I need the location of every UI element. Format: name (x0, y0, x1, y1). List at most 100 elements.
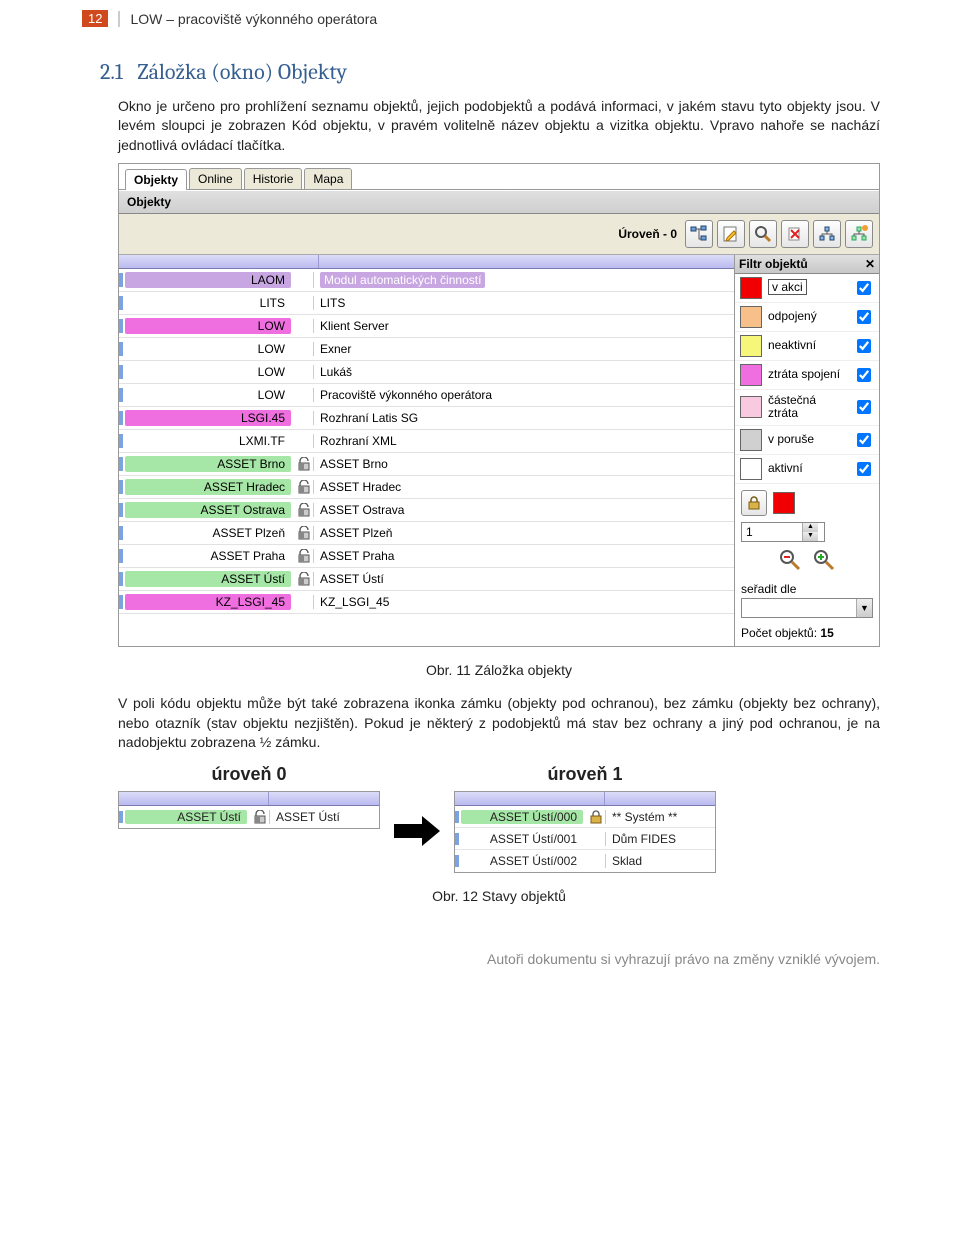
expand-button[interactable] (845, 220, 873, 248)
filter-item[interactable]: neaktivní (735, 332, 879, 361)
color-swatch (740, 429, 762, 451)
table-row[interactable]: ASSET Ústí/002Sklad (455, 850, 715, 872)
filter-checkbox[interactable] (857, 368, 871, 382)
color-swatch (740, 364, 762, 386)
code-cell: ASSET Ústí/001 (461, 832, 583, 846)
table-row[interactable]: ASSET OstravaASSET Ostrava (119, 499, 734, 522)
table-header (119, 255, 734, 269)
table-row[interactable]: LXMI.TFRozhraní XML (119, 430, 734, 453)
magnifier-icon (754, 225, 772, 243)
zoom-in-button[interactable] (812, 548, 836, 572)
table-row[interactable]: ASSET ÚstíASSET Ústí (119, 806, 379, 828)
code-cell: ASSET Hradec (125, 479, 291, 495)
object-table: LAOMModul automatických činnostíLITSLITS… (119, 255, 734, 646)
spinner-down-icon[interactable]: ▼ (802, 532, 818, 541)
spinner-input[interactable] (742, 523, 802, 541)
color-swatch (740, 458, 762, 480)
table-row[interactable]: LAOMModul automatických činností (119, 269, 734, 292)
code-cell: ASSET Ústí (125, 571, 291, 587)
table-row[interactable]: LOWExner (119, 338, 734, 361)
color-swatch (740, 306, 762, 328)
zoom-out-button[interactable] (778, 548, 802, 572)
filter-item[interactable]: částečná ztráta (735, 390, 879, 426)
filter-item[interactable]: aktivní (735, 455, 879, 484)
code-cell: LOW (125, 387, 291, 403)
figure-caption-2: Obr. 12 Stavy objektů (118, 887, 880, 906)
tab-objekty[interactable]: Objekty (125, 169, 187, 190)
collapse-button[interactable] (813, 220, 841, 248)
filter-label: neaktivní (768, 339, 847, 352)
zoom-in-icon (812, 548, 836, 572)
tab-online[interactable]: Online (189, 168, 242, 189)
count-value: 15 (820, 626, 833, 640)
arrow-right-icon (392, 814, 442, 848)
level-label: Úroveň - 0 (618, 227, 677, 241)
table-row[interactable]: ASSET HradecASSET Hradec (119, 476, 734, 499)
current-color-swatch[interactable] (773, 492, 795, 514)
paragraph-2: V poli kódu objektu může být také zobraz… (118, 694, 880, 752)
lock-cell (295, 572, 313, 586)
table-row[interactable]: LSGI.45Rozhraní Latis SG (119, 407, 734, 430)
sort-combo[interactable]: ▼ (741, 598, 873, 618)
table-row[interactable]: ASSET Ústí/000** Systém ** (455, 806, 715, 828)
table-row[interactable]: LITSLITS (119, 292, 734, 315)
table-row[interactable]: ASSET Ústí/001Dům FIDES (455, 828, 715, 850)
lock-icon (589, 810, 603, 824)
name-cell: ** Systém ** (605, 810, 715, 824)
collapse-icon (818, 225, 836, 243)
lock-filter-button[interactable] (741, 490, 767, 516)
number-spinner[interactable]: ▲▼ (741, 522, 825, 542)
table-row[interactable]: ASSET PlzeňASSET Plzeň (119, 522, 734, 545)
table-row[interactable]: ASSET PrahaASSET Praha (119, 545, 734, 568)
table-row[interactable]: ASSET Ústí ASSET Ústí (119, 568, 734, 591)
delete-button[interactable] (781, 220, 809, 248)
filter-checkbox[interactable] (857, 339, 871, 353)
name-cell: ASSET Brno (313, 457, 734, 471)
close-filter-icon[interactable]: ✕ (865, 257, 875, 271)
filter-checkbox[interactable] (857, 281, 871, 295)
filter-item[interactable]: odpojený (735, 303, 879, 332)
filter-item[interactable]: v akci (735, 274, 879, 303)
tree-button[interactable] (685, 220, 713, 248)
spinner-up-icon[interactable]: ▲ (802, 523, 818, 532)
tab-bar: Objekty Online Historie Mapa (119, 164, 879, 190)
filter-checkbox[interactable] (857, 433, 871, 447)
half-lock-icon (297, 503, 311, 517)
filter-label: aktivní (768, 462, 847, 475)
object-count: Počet objektů: 15 (741, 626, 873, 640)
table-row[interactable]: ASSET BrnoASSET Brno (119, 453, 734, 476)
tab-mapa[interactable]: Mapa (304, 168, 352, 189)
lock-cell (295, 549, 313, 563)
code-cell: LAOM (125, 272, 291, 288)
lock-cell (295, 526, 313, 540)
level1-table: ASSET Ústí/000** Systém **ASSET Ústí/001… (454, 791, 716, 873)
table-row[interactable]: KZ_LSGI_45KZ_LSGI_45 (119, 591, 734, 614)
code-cell: KZ_LSGI_45 (125, 594, 291, 610)
filter-checkbox[interactable] (857, 400, 871, 414)
zoom-button[interactable] (749, 220, 777, 248)
level1-title: úroveň 1 (547, 764, 622, 785)
section-title: Záložka (okno) Objekty (137, 59, 347, 85)
sort-label: seřadit dle (741, 582, 873, 596)
half-lock-icon (253, 810, 267, 824)
code-cell: LITS (125, 295, 291, 311)
filter-item[interactable]: ztráta spojení (735, 361, 879, 390)
name-cell: Sklad (605, 854, 715, 868)
count-label: Počet objektů: (741, 626, 817, 640)
code-cell: ASSET Ostrava (125, 502, 291, 518)
chevron-down-icon[interactable]: ▼ (856, 599, 872, 617)
filter-checkbox[interactable] (857, 462, 871, 476)
half-lock-icon (297, 480, 311, 494)
table-row[interactable]: LOWLukáš (119, 361, 734, 384)
filter-checkbox[interactable] (857, 310, 871, 324)
name-cell: Exner (313, 342, 734, 356)
expand-icon (850, 225, 868, 243)
name-cell: ASSET Ústí (313, 572, 734, 586)
sort-value (742, 599, 856, 617)
name-cell: ASSET Praha (313, 549, 734, 563)
tab-historie[interactable]: Historie (244, 168, 303, 189)
edit-button[interactable] (717, 220, 745, 248)
filter-item[interactable]: v poruše (735, 426, 879, 455)
table-row[interactable]: LOWKlient Server (119, 315, 734, 338)
table-row[interactable]: LOWPracoviště výkonného operátora (119, 384, 734, 407)
